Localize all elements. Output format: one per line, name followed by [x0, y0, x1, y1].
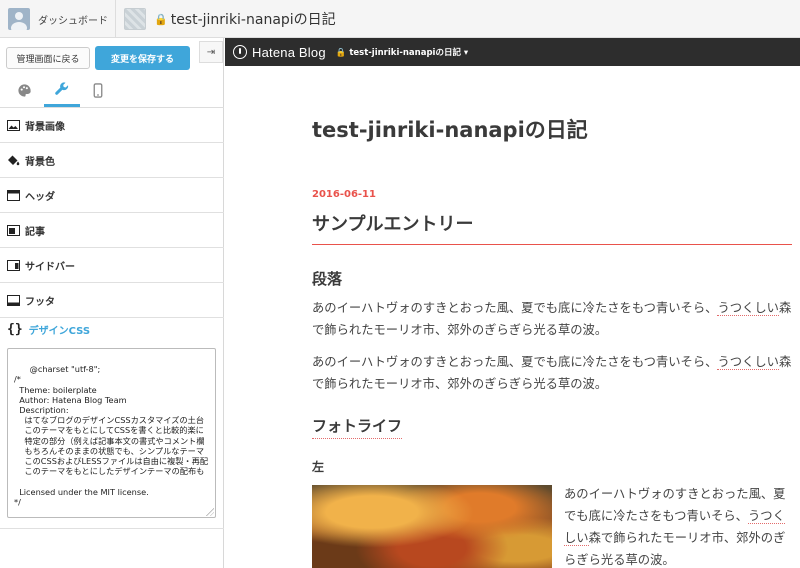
footer-layout-icon [7, 294, 20, 306]
header-layout-icon [7, 189, 20, 201]
back-to-admin-button[interactable]: 管理画面に戻る [6, 47, 90, 69]
section-header[interactable]: ヘッダ [0, 178, 224, 213]
entry-title-divider [312, 244, 792, 245]
paragraph-text: 森で飾られたモーリオ市、郊外のぎらぎら光る草の波。 [564, 531, 786, 567]
paragraph-text: あのイーハトヴォのすきとおった風、夏でも底に冷たさをもつ青いそら、 [312, 301, 718, 315]
design-sidebar: 管理画面に戻る 変更を保存する ⇥ 背景画像 背景色 ヘッダ 記事 サイドバー … [0, 38, 224, 568]
paragraph-2: あのイーハトヴォのすきとおった風、夏でも底に冷たさをもつ青いそら、うつくしい森で… [312, 351, 792, 395]
tab-smartphone[interactable] [80, 74, 116, 107]
wrench-icon [55, 82, 69, 95]
entry-title[interactable]: サンプルエントリー [312, 210, 473, 236]
paragraph-text: あのイーハトヴォのすきとおった風、夏でも底に冷たさをもつ青いそら、 [312, 355, 718, 369]
blog-title-top: test-jinriki-nanapiの日記 [170, 12, 336, 28]
paragraph-1: あのイーハトヴォのすきとおった風、夏でも底に冷たさをもつ青いそら、うつくしい森で… [312, 297, 792, 341]
dashboard-link[interactable]: ダッシュボード [0, 0, 116, 38]
section-design-css: {} デザインCSS @charset "utf-8"; /* Theme: b… [0, 314, 224, 529]
entry-date[interactable]: 2016-06-11 [312, 189, 376, 200]
design-tabs [0, 74, 224, 108]
tab-design[interactable] [6, 74, 42, 107]
section-label: 背景色 [25, 156, 55, 168]
lock-icon: 🔒 [335, 48, 347, 58]
collapse-icon: ⇥ [206, 46, 216, 58]
sidebar-layout-icon [7, 259, 20, 271]
section-article[interactable]: 記事 [0, 213, 224, 248]
section-label: サイドバー [25, 261, 75, 273]
heading-fotolife[interactable]: フォトライフ [312, 415, 403, 439]
heading-left: 左 [312, 460, 325, 474]
section-label: フッタ [25, 296, 55, 308]
section-label: ヘッダ [25, 191, 55, 203]
blog-thumbnail [124, 8, 146, 30]
css-code: @charset "utf-8"; /* Theme: boilerplate … [14, 364, 209, 507]
css-editor-textarea[interactable]: @charset "utf-8"; /* Theme: boilerplate … [7, 348, 216, 518]
save-changes-button[interactable]: 変更を保存する [95, 46, 190, 70]
top-bar: ダッシュボード 🔒 test-jinriki-nanapiの日記 [0, 0, 800, 38]
action-row: 管理画面に戻る 変更を保存する ⇥ [0, 38, 224, 78]
design-css-label: デザインCSS [28, 326, 91, 337]
blog-selector[interactable]: 🔒 test-jinriki-nanapiの日記 [124, 0, 336, 38]
lock-icon: 🔒 [154, 12, 168, 26]
section-background-image[interactable]: 背景画像 [0, 108, 224, 143]
paint-bucket-icon [8, 155, 20, 165]
resize-handle[interactable] [206, 508, 214, 516]
section-label: 背景画像 [25, 121, 65, 133]
keyword-link[interactable]: うつくしい [717, 301, 779, 316]
section-footer[interactable]: フッタ [0, 283, 224, 318]
design-css-header[interactable]: {} デザインCSS [7, 322, 90, 337]
user-avatar [8, 8, 30, 30]
photo-side-text: あのイーハトヴォのすきとおった風、夏でも底に冷たさをもつ青いそら、うつくしい森で… [564, 483, 790, 568]
blog-preview: Hatena Blog 🔒 test-jinriki-nanapiの日記 ▾ t… [225, 38, 800, 568]
keyword-link[interactable]: うつくしい [717, 355, 779, 370]
heading-paragraph: 段落 [312, 270, 343, 288]
hatena-header-bar: Hatena Blog 🔒 test-jinriki-nanapiの日記 ▾ [225, 38, 800, 66]
image-icon [7, 119, 20, 131]
blog-title[interactable]: test-jinriki-nanapiの日記 [312, 114, 588, 144]
section-background-color[interactable]: 背景色 [0, 143, 224, 178]
blog-menu-label: test-jinriki-nanapiの日記 ▾ [349, 48, 469, 58]
hatena-blog-logo[interactable]: Hatena Blog [252, 45, 326, 60]
smartphone-icon [93, 83, 103, 98]
article-layout-icon [7, 224, 20, 236]
css-braces-icon: {} [7, 322, 23, 337]
hatena-logo-icon [233, 45, 247, 59]
dashboard-label: ダッシュボード [38, 15, 108, 27]
collapse-panel-button[interactable]: ⇥ [199, 41, 223, 63]
section-label: 記事 [25, 226, 45, 238]
autumn-foliage-photo[interactable] [312, 485, 552, 568]
section-sidebar[interactable]: サイドバー [0, 248, 224, 283]
tab-customize[interactable] [44, 74, 80, 107]
palette-icon [17, 84, 31, 97]
blog-menu[interactable]: 🔒 test-jinriki-nanapiの日記 ▾ [336, 46, 468, 58]
